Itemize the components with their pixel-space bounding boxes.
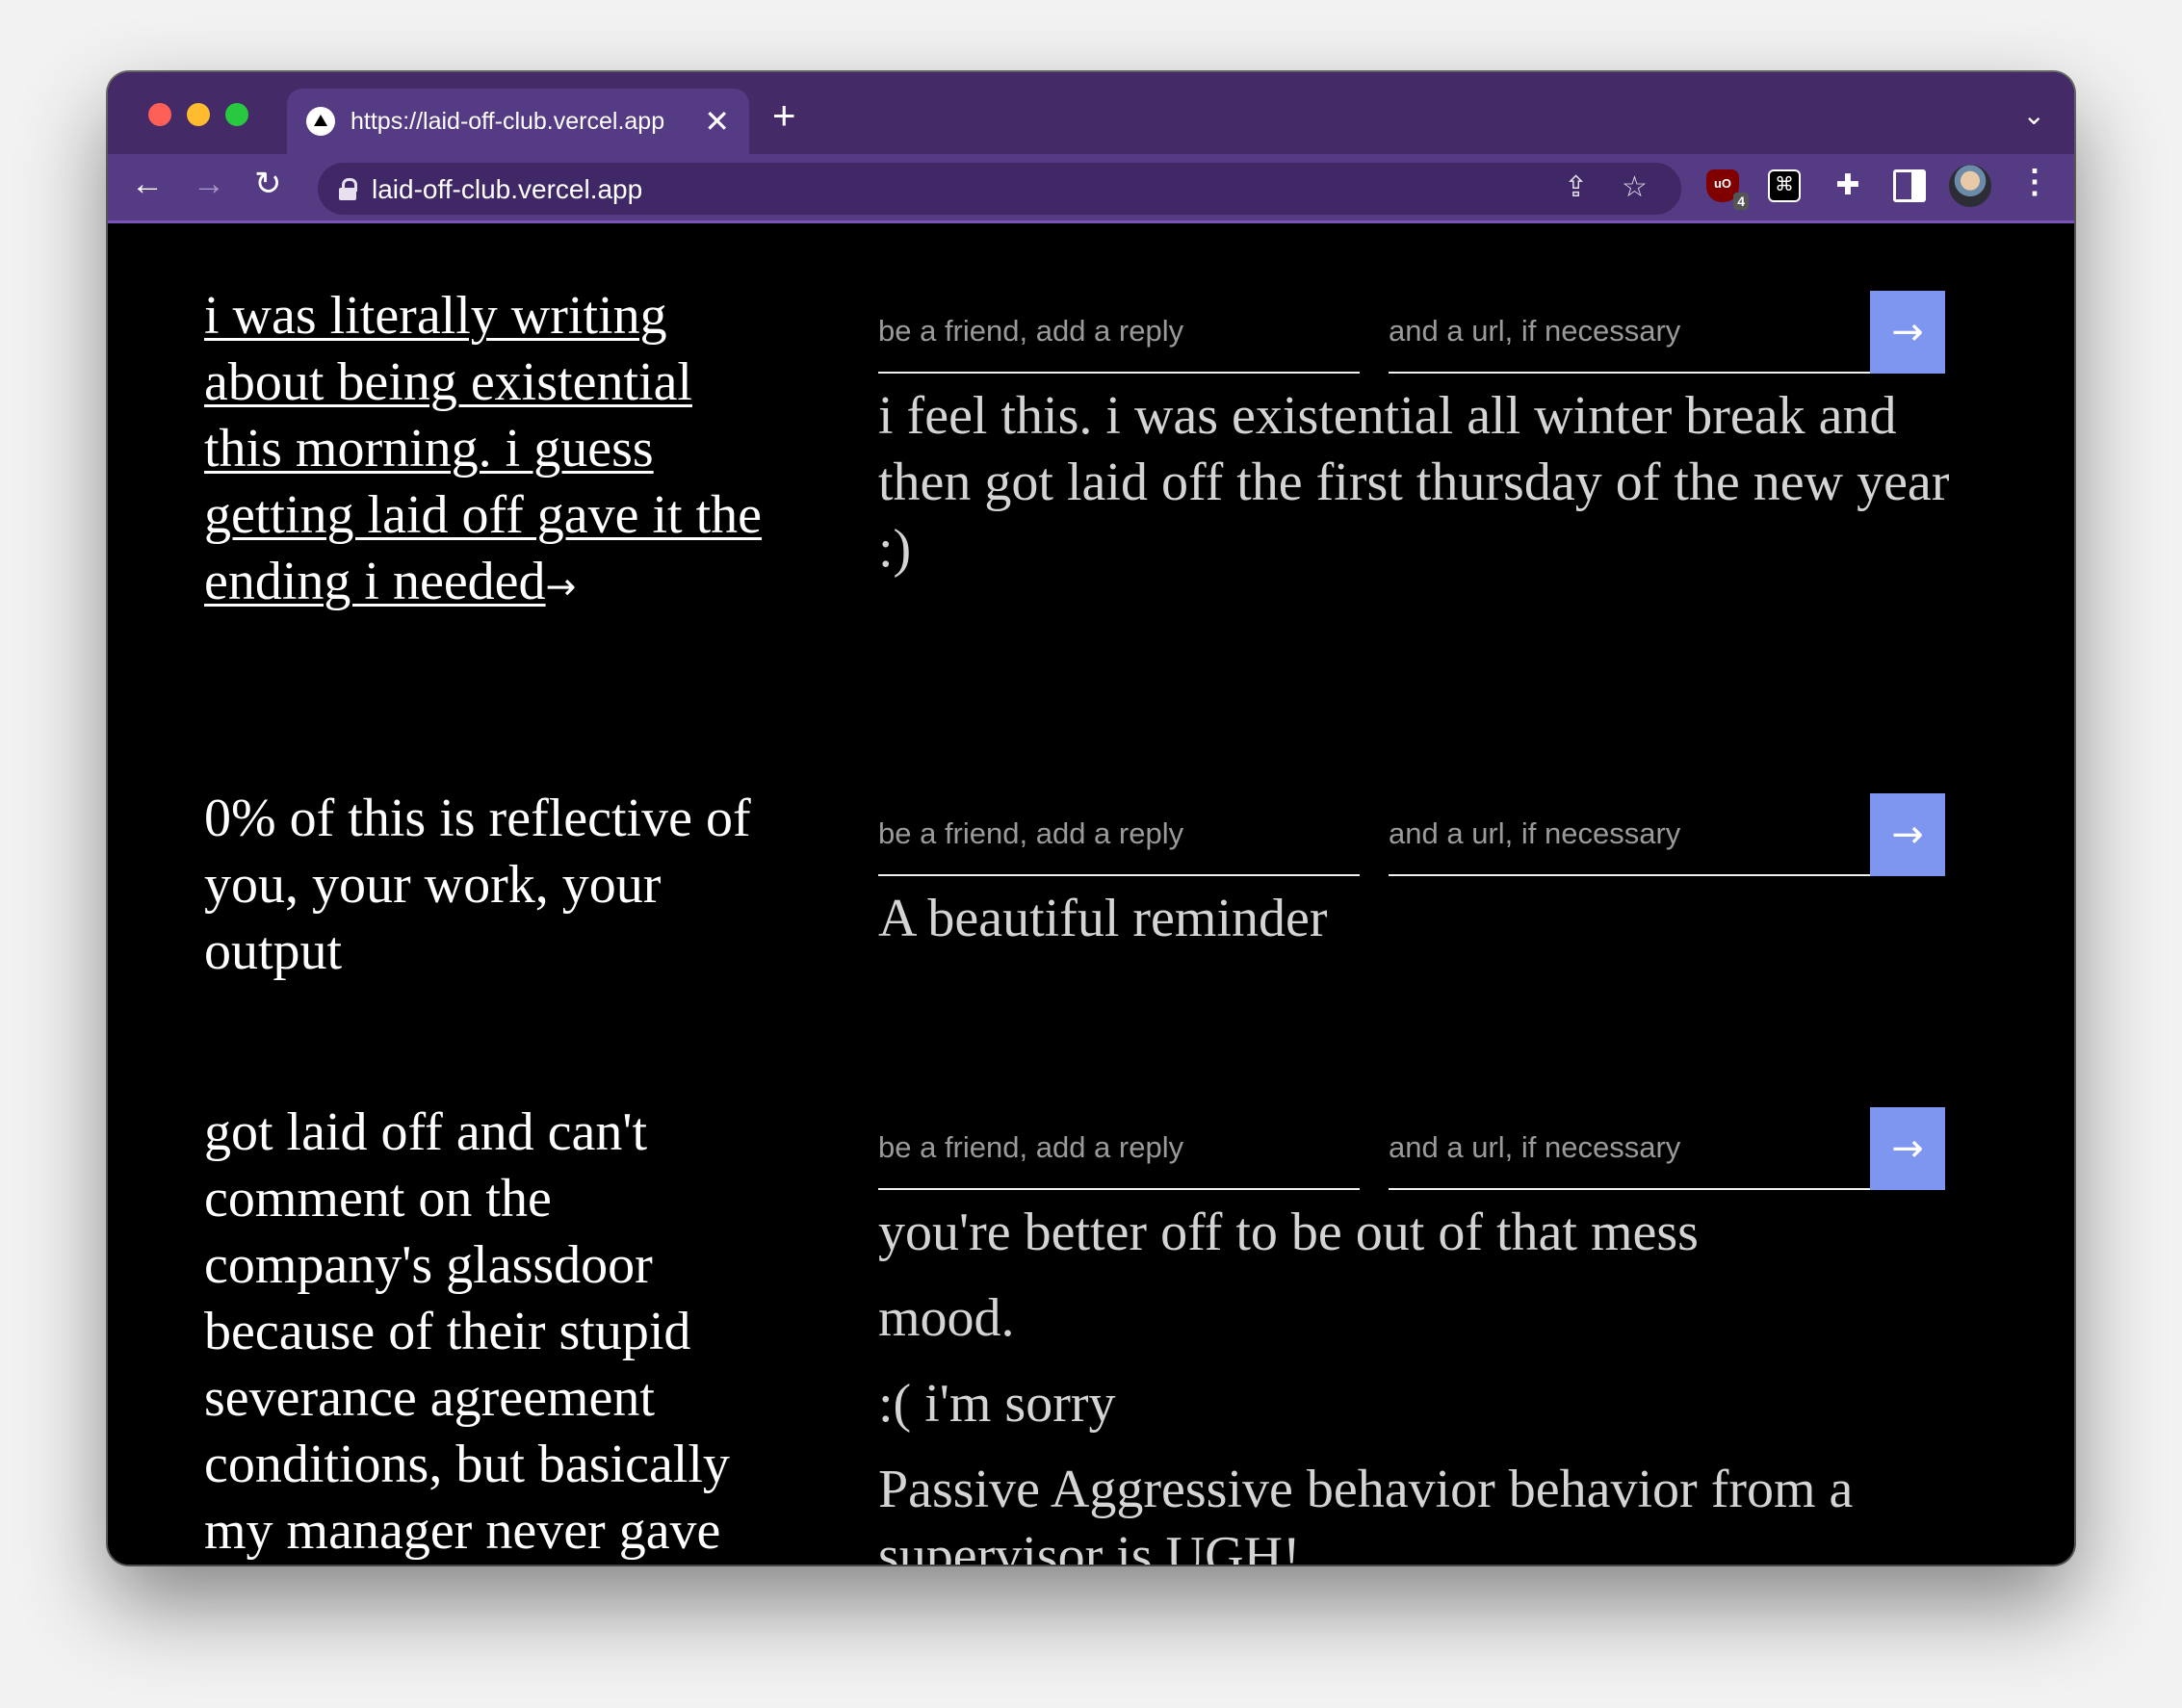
reply-input[interactable] [878,793,1360,876]
lock-icon [339,178,357,200]
address-bar[interactable]: laid-off-club.vercel.app ⇪ ☆ [318,163,1681,215]
reply-list: you're better off to be out of that mess… [878,1200,1966,1565]
reply-text: i feel this. i was existential all winte… [878,386,1950,579]
reply-input[interactable] [878,1107,1360,1190]
reply-text: :( i'm sorry [878,1374,1116,1434]
reply-form [878,291,1966,374]
submit-reply-button[interactable]: → [1870,793,1945,876]
reply-list: i feel this. i was existential all winte… [878,383,1966,602]
vercel-favicon-icon [306,107,335,136]
submit-reply-button[interactable]: → [1870,291,1945,374]
reply-form [878,1107,1966,1190]
share-icon[interactable]: ⇪ [1564,170,1588,204]
kebab-menu-icon[interactable]: ⋮ [2018,166,2051,198]
reply-text: Passive Aggressive behavior behavior fro… [878,1460,1854,1565]
extensions-puzzle-icon[interactable]: ✚ [1831,169,1864,202]
back-arrow-icon[interactable]: ← [131,168,164,200]
minimize-window-button[interactable] [187,103,210,126]
close-window-button[interactable] [148,103,171,126]
url-input[interactable] [1389,793,1870,876]
active-tab[interactable]: https://laid-off-club.vercel.app ✕ [287,89,749,154]
tab-bar: https://laid-off-club.vercel.app ✕ + ⌄ [108,72,2074,154]
post-text[interactable]: i was literally writing about being exis… [204,286,762,611]
address-url[interactable]: laid-off-club.vercel.app [372,174,642,205]
forward-arrow-icon[interactable]: → [193,168,225,200]
post-title-link[interactable]: i was literally writing about being exis… [204,283,782,620]
new-tab-button[interactable]: + [772,95,796,136]
post-text: 0% of this is reflective of you, your wo… [204,789,751,981]
bookmark-star-icon[interactable]: ☆ [1622,170,1648,204]
side-panel-icon[interactable] [1893,169,1926,202]
reply-text: A beautiful reminder [878,889,1328,948]
tab-search-chevron-icon[interactable]: ⌄ [2023,99,2045,131]
reload-icon[interactable]: ↻ [254,168,282,200]
browser-toolbar: ← → ↻ laid-off-club.vercel.app ⇪ ☆ uO 4 ⌘… [108,154,2074,223]
external-link-arrow-icon[interactable]: → [546,554,577,620]
url-input[interactable] [1389,1107,1870,1190]
browser-window: https://laid-off-club.vercel.app ✕ + ⌄ ←… [108,72,2074,1565]
maximize-window-button[interactable] [225,103,248,126]
extension-grid-icon[interactable]: ⌘ [1768,169,1801,202]
tab-title: https://laid-off-club.vercel.app [351,107,665,135]
reply-text: you're better off to be out of that mess [878,1203,1699,1262]
window-controls [148,103,248,126]
url-input[interactable] [1389,291,1870,374]
ublock-count-badge: 4 [1733,193,1749,210]
ublock-origin-icon[interactable]: uO 4 [1706,169,1749,210]
page-content: i was literally writing about being exis… [108,223,2074,1565]
reply-list: A beautiful reminder [878,886,1966,971]
profile-avatar[interactable] [1949,165,1991,207]
tab-close-icon[interactable]: ✕ [704,106,730,137]
reply-form [878,793,1966,876]
post-text: got laid off and can't comment on the co… [204,1102,730,1561]
reply-input[interactable] [878,291,1360,374]
reply-text: mood. [878,1288,1015,1348]
submit-reply-button[interactable]: → [1870,1107,1945,1190]
